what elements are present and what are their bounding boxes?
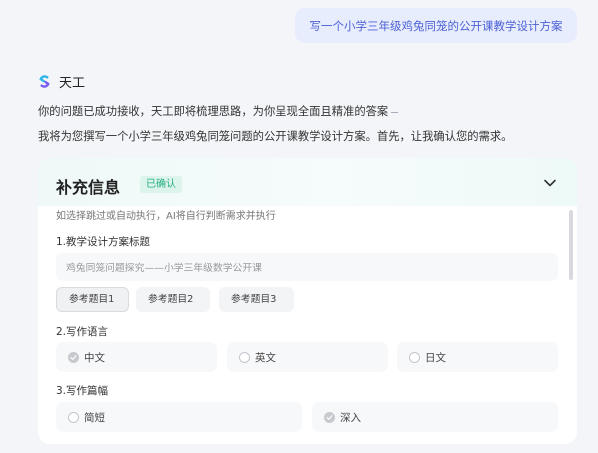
- title-input[interactable]: [56, 253, 558, 281]
- length-option-label: 简短: [84, 411, 105, 424]
- confirmed-badge: 已确认: [140, 176, 182, 193]
- language-option-chinese[interactable]: 中文: [56, 342, 217, 372]
- radio-checked-icon: [324, 411, 335, 423]
- length-option-label: 深入: [340, 411, 361, 424]
- language-option-label: 日文: [425, 351, 446, 364]
- assistant-header: 天工: [38, 71, 85, 91]
- chat-page: 写一个小学三年级鸡兔同笼的公开课教学设计方案 天工 你的问题已成功接收，天工即将…: [0, 0, 598, 453]
- radio-unchecked-icon: [409, 351, 420, 363]
- user-message-text: 写一个小学三年级鸡兔同笼的公开课教学设计方案: [309, 18, 563, 33]
- language-option-label: 英文: [255, 351, 276, 364]
- question-language-label: 2.写作语言: [56, 326, 109, 338]
- user-message-bubble: 写一个小学三年级鸡兔同笼的公开课教学设计方案: [295, 8, 577, 43]
- question-length-label: 3.写作篇幅: [56, 385, 109, 397]
- assistant-message-text-1: 你的问题已成功接收，天工即将梳理思路，为你呈现全面且精准的答案: [38, 105, 389, 118]
- language-option-english[interactable]: 英文: [227, 342, 388, 372]
- chevron-down-icon[interactable]: [543, 178, 557, 188]
- radio-checked-icon: [68, 351, 79, 363]
- scrollbar-thumb[interactable]: [569, 210, 573, 280]
- reference-title-1-button[interactable]: 参考题目1: [56, 287, 129, 312]
- typing-cursor: [391, 111, 399, 113]
- card-hint: 如选择跳过或自动执行，AI将自行判断需求并执行: [56, 211, 276, 222]
- assistant-message-text-2: 我将为您撰写一个小学三年级鸡兔同笼问题的公开课教学设计方案。首先，让我确认您的需…: [38, 130, 513, 143]
- radio-unchecked-icon: [68, 411, 79, 423]
- assistant-message-line-2: 我将为您撰写一个小学三年级鸡兔同笼问题的公开课教学设计方案。首先，让我确认您的需…: [38, 128, 512, 144]
- supplement-info-card: 补充信息 已确认 如选择跳过或自动执行，AI将自行判断需求并执行 1.教学设计方…: [38, 158, 577, 444]
- radio-unchecked-icon: [239, 351, 250, 363]
- reference-title-2-button[interactable]: 参考题目2: [136, 287, 210, 312]
- length-option-short[interactable]: 简短: [56, 402, 302, 432]
- assistant-message-line-1: 你的问题已成功接收，天工即将梳理思路，为你呈现全面且精准的答案: [38, 103, 399, 119]
- language-option-label: 中文: [84, 351, 105, 364]
- length-option-in-depth[interactable]: 深入: [312, 402, 558, 432]
- language-option-japanese[interactable]: 日文: [397, 342, 558, 372]
- card-title: 补充信息: [56, 178, 121, 197]
- tiangong-logo-icon: [39, 74, 50, 88]
- assistant-name: 天工: [59, 75, 86, 91]
- question-title-label: 1.教学设计方案标题: [56, 236, 151, 248]
- card-header: 补充信息 已确认: [38, 158, 577, 206]
- reference-title-3-button[interactable]: 参考题目3: [219, 287, 294, 312]
